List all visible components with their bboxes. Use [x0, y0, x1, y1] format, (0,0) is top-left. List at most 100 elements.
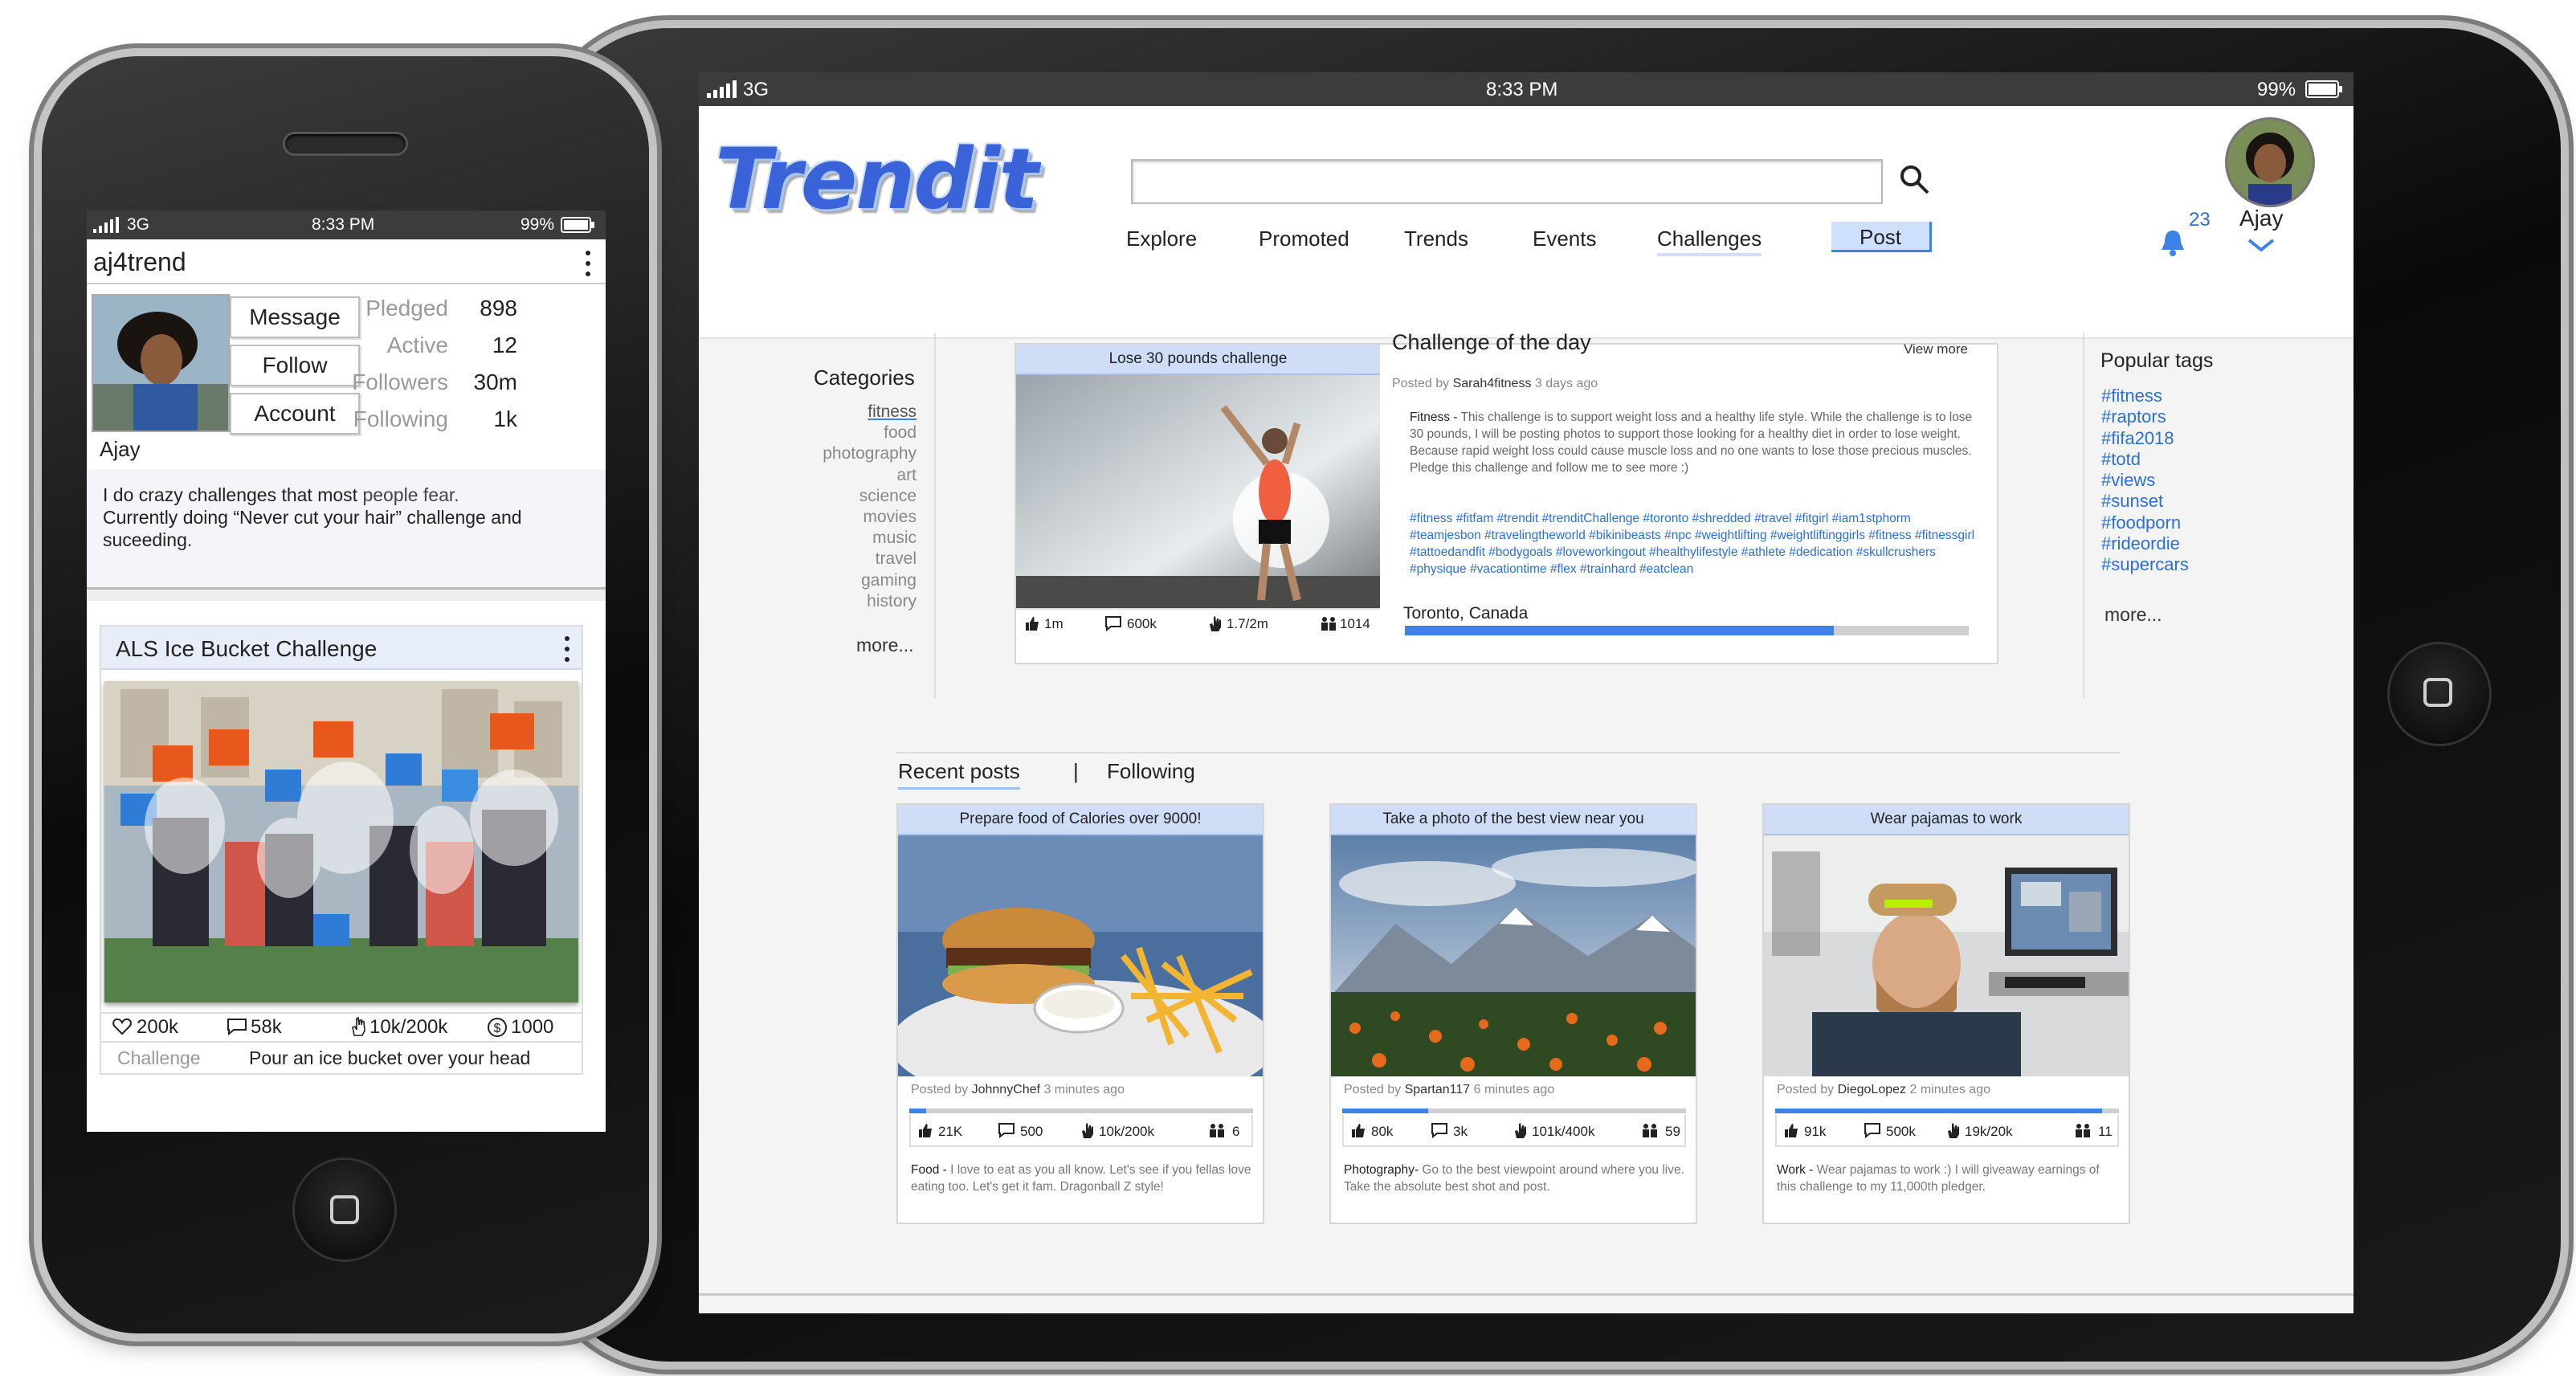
posted-by-label: Posted by: [911, 1083, 969, 1096]
tag-item[interactable]: #sunset: [2101, 491, 2189, 512]
tag-item[interactable]: #fitness: [2101, 386, 2189, 406]
category-item-science[interactable]: science: [699, 486, 917, 507]
stat-label: Pledged: [365, 296, 448, 321]
post-photo[interactable]: [1764, 835, 2129, 1076]
tab-following[interactable]: Following: [1107, 759, 1195, 784]
stat-value: 12: [492, 333, 517, 357]
hand-pledge-icon[interactable]: [350, 1016, 368, 1037]
category-item-travel[interactable]: travel: [699, 549, 917, 570]
nav-promoted[interactable]: Promoted: [1259, 227, 1349, 251]
category-item-music[interactable]: music: [699, 528, 917, 549]
tag-item[interactable]: #views: [2101, 470, 2189, 491]
post-photo[interactable]: [898, 835, 1263, 1076]
category-item-gaming[interactable]: gaming: [699, 570, 917, 591]
categories-more-link[interactable]: more...: [856, 635, 914, 656]
tag-item[interactable]: #foodporn: [2101, 512, 2189, 533]
message-button[interactable]: Message: [230, 296, 360, 338]
clock: 8:33 PM: [1486, 79, 1558, 100]
post-title[interactable]: Wear pajamas to work: [1764, 805, 2129, 835]
tag-item[interactable]: #raptors: [2101, 406, 2189, 427]
challenge-feed: ALS Ice Bucket Challenge 200k 58k 10k/20…: [87, 601, 606, 1132]
more-vertical-icon[interactable]: [583, 249, 593, 278]
thumbs-up-icon[interactable]: [1024, 615, 1040, 631]
people-icon[interactable]: [1320, 615, 1337, 632]
money-amount: 1000: [511, 1016, 554, 1038]
challenge-photo[interactable]: [104, 681, 578, 1002]
battery-icon: [561, 217, 594, 233]
tags-more-link[interactable]: more...: [2104, 604, 2162, 626]
comment-icon[interactable]: [1104, 615, 1122, 631]
likes-count: 80k: [1371, 1124, 1394, 1139]
challenge-photo[interactable]: [1016, 375, 1380, 608]
thumbs-up-icon[interactable]: [1350, 1122, 1366, 1138]
hand-pledge-icon[interactable]: [1207, 615, 1223, 632]
comment-icon[interactable]: [998, 1122, 1015, 1138]
user-name[interactable]: Ajay: [2239, 206, 2283, 231]
post-text: Wear pajamas to work :) I will giveaway …: [1777, 1163, 2100, 1194]
category-item-history[interactable]: history: [699, 591, 917, 612]
people-icon[interactable]: [2074, 1121, 2092, 1139]
hand-pledge-icon[interactable]: [1080, 1121, 1096, 1139]
people-count: 1014: [1340, 616, 1370, 631]
post-progress-fill: [909, 1109, 927, 1113]
bottom-divider: [699, 1293, 2354, 1296]
profile-avatar[interactable]: [92, 294, 230, 432]
category-item-photography[interactable]: photography: [699, 443, 917, 464]
comment-icon[interactable]: [1431, 1122, 1448, 1138]
network-label: 3G: [743, 79, 770, 100]
phone-status-bar: 3G 8:33 PM 99%: [87, 210, 606, 239]
post-button[interactable]: Post: [1831, 222, 1932, 252]
hand-pledge-icon[interactable]: [1513, 1121, 1529, 1139]
thumbs-up-icon[interactable]: [1783, 1122, 1799, 1138]
post-title[interactable]: Take a photo of the best view near you: [1331, 805, 1696, 835]
tag-item[interactable]: #totd: [2101, 449, 2189, 470]
post-category: Work -: [1777, 1163, 1814, 1177]
tag-item[interactable]: #rideordie: [2101, 533, 2189, 554]
people-icon[interactable]: [1641, 1121, 1659, 1139]
app-logo[interactable]: Trendit: [715, 130, 1039, 228]
challenge-author[interactable]: Sarah4fitness: [1453, 377, 1532, 390]
tab-recent-posts[interactable]: Recent posts: [898, 759, 1020, 790]
post-author[interactable]: Spartan117: [1405, 1083, 1471, 1096]
tag-item[interactable]: #supercars: [2101, 554, 2189, 575]
category-item-food[interactable]: food: [699, 423, 917, 443]
thumbs-up-icon[interactable]: [917, 1122, 933, 1138]
tablet-home-button[interactable]: [2390, 644, 2489, 744]
likes-count: 21K: [938, 1124, 963, 1139]
challenge-card-title[interactable]: ALS Ice Bucket Challenge: [116, 636, 377, 662]
people-icon[interactable]: [1208, 1121, 1226, 1139]
chevron-down-icon[interactable]: [2247, 238, 2276, 252]
people-count: 11: [2098, 1124, 2113, 1139]
view-more-link[interactable]: View more: [1904, 341, 1968, 357]
nav-challenges[interactable]: Challenges: [1657, 227, 1762, 256]
category-item-fitness[interactable]: fitness: [699, 402, 917, 423]
search-icon[interactable]: [1899, 164, 1931, 196]
hand-pledge-icon[interactable]: [1945, 1121, 1962, 1139]
post-author[interactable]: JohnnyChef: [972, 1083, 1040, 1096]
challenge-card-title[interactable]: Lose 30 pounds challenge: [1016, 345, 1380, 375]
category-item-movies[interactable]: movies: [699, 507, 917, 528]
heart-icon[interactable]: [112, 1018, 132, 1035]
post-photo[interactable]: [1331, 835, 1696, 1076]
nav-trends[interactable]: Trends: [1404, 227, 1468, 251]
nav-explore[interactable]: Explore: [1126, 227, 1197, 251]
post-author[interactable]: DiegoLopez: [1838, 1083, 1906, 1096]
phone-home-button[interactable]: [295, 1160, 394, 1260]
nav-events[interactable]: Events: [1533, 227, 1597, 251]
stat-label: Following: [353, 406, 448, 431]
dollar-coin-icon[interactable]: $: [487, 1017, 508, 1038]
post-progress-fill: [1775, 1109, 2102, 1113]
comment-icon[interactable]: [1864, 1122, 1881, 1138]
more-vertical-icon[interactable]: [562, 635, 572, 664]
challenge-hashtags[interactable]: #fitness #fitfam #trendit #trenditChalle…: [1410, 510, 1982, 578]
challenge-pledge-line: Pledge this challenge and follow me to s…: [1410, 461, 1689, 475]
tag-item[interactable]: #fifa2018: [2101, 428, 2189, 449]
comments-count: 500: [1020, 1124, 1043, 1139]
category-item-art[interactable]: art: [699, 465, 917, 486]
bell-icon[interactable]: [2159, 228, 2186, 257]
popular-tags-title: Popular tags: [2100, 349, 2214, 372]
user-avatar[interactable]: [2225, 117, 2315, 207]
search-input[interactable]: [1131, 159, 1883, 204]
comment-icon[interactable]: [227, 1018, 247, 1035]
post-title[interactable]: Prepare food of Calories over 9000!: [898, 805, 1263, 835]
